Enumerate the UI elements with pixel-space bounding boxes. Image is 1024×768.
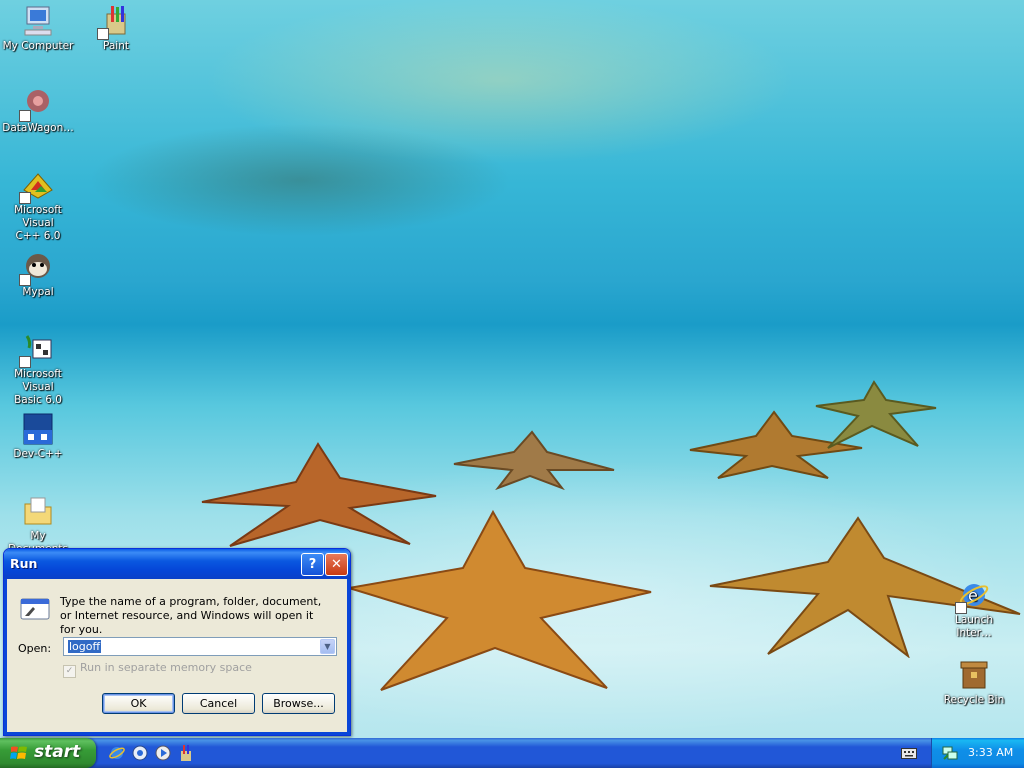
start-button[interactable]: start <box>0 738 96 768</box>
run-dialog-body: Type the name of a program, folder, docu… <box>4 579 350 735</box>
desktop-icon-label-line1: Launch <box>954 614 994 626</box>
desktop-icon-paint[interactable]: Paint <box>78 4 154 53</box>
starfish-image <box>815 380 937 449</box>
quicklaunch-media-player-icon[interactable] <box>154 744 172 762</box>
desktop-icon-label-line1: Microsoft Visual <box>14 368 62 393</box>
close-button[interactable]: ✕ <box>325 553 348 576</box>
ok-button[interactable]: OK <box>102 693 175 714</box>
keyboard-language-icon[interactable] <box>901 748 917 759</box>
shortcut-arrow-icon <box>955 602 967 614</box>
quicklaunch-browser-icon[interactable] <box>131 744 149 762</box>
run-dialog: Run ? ✕ Type the name of a program, fold… <box>3 548 351 736</box>
desktop-icon-mypal[interactable]: Mypal <box>0 250 76 299</box>
shortcut-arrow-icon <box>19 192 31 204</box>
desktop-icon-label: Recycle Bin <box>943 694 1005 706</box>
windows-logo-icon <box>10 746 27 759</box>
folder-icon <box>24 497 52 525</box>
desktop-icon-devcpp[interactable]: Dev-C++ <box>0 412 76 461</box>
separate-memory-checkbox-row: ✓ Run in separate memory space <box>63 661 252 678</box>
run-dialog-titlebar[interactable]: Run ? ✕ <box>4 549 350 579</box>
starfish-image <box>453 430 615 490</box>
desktop-icon-label-line2: C++ 6.0 <box>15 230 61 242</box>
close-icon: ✕ <box>331 557 342 572</box>
desktop-icon-label: My Computer <box>2 40 74 52</box>
desktop-icon-label: DataWagon… <box>2 122 74 134</box>
open-combobox[interactable]: logoff ▼ <box>63 637 337 656</box>
computer-icon <box>24 6 52 36</box>
browse-button[interactable]: Browse... <box>262 693 335 714</box>
quicklaunch-ie-icon[interactable] <box>108 744 126 762</box>
open-input-value[interactable]: logoff <box>68 640 102 653</box>
quicklaunch-paint-icon[interactable] <box>177 744 195 762</box>
open-label: Open: <box>18 642 52 655</box>
taskbar: start 3:33 AM <box>0 738 1024 768</box>
dropdown-button[interactable]: ▼ <box>320 639 335 654</box>
clock[interactable]: 3:33 AM <box>968 746 1013 759</box>
network-icon[interactable] <box>942 745 958 761</box>
desktop-icon-my-documents[interactable]: My Documents <box>0 494 76 556</box>
run-dialog-description: Type the name of a program, folder, docu… <box>60 595 322 636</box>
desktop-icon-label: Paint <box>103 40 129 52</box>
system-tray: 3:33 AM <box>931 738 1024 768</box>
shortcut-arrow-icon <box>19 356 31 368</box>
shortcut-arrow-icon <box>19 110 31 122</box>
devcpp-icon <box>23 413 53 445</box>
shortcut-arrow-icon <box>97 28 109 40</box>
separate-memory-label: Run in separate memory space <box>80 661 252 674</box>
run-icon <box>20 598 50 620</box>
separate-memory-checkbox: ✓ <box>63 665 76 678</box>
desktop-icon-msvc[interactable]: Microsoft Visual C++ 6.0 <box>0 168 76 243</box>
desktop-icon-datawagon[interactable]: DataWagon… <box>0 86 76 135</box>
desktop-icon-recycle-bin[interactable]: Recycle Bin <box>936 658 1012 707</box>
help-icon: ? <box>308 557 317 572</box>
chevron-down-icon: ▼ <box>324 642 331 651</box>
desktop-icon-launch-internet[interactable]: e Launch Inter… <box>936 578 1012 640</box>
desktop-icon-label-line2: Basic 6.0 <box>14 394 62 406</box>
desktop-icon-label-line1: Microsoft Visual <box>14 204 62 229</box>
cancel-button[interactable]: Cancel <box>182 693 255 714</box>
desktop-icon-label: Dev-C++ <box>13 448 63 460</box>
starfish-image <box>348 509 652 691</box>
desktop-icon-label-line2: Inter… <box>956 627 992 639</box>
desktop-icon-msvb[interactable]: Microsoft Visual Basic 6.0 <box>0 332 76 407</box>
help-button[interactable]: ? <box>301 553 324 576</box>
recycle-bin-icon <box>960 661 988 689</box>
desktop-icon-my-computer[interactable]: My Computer <box>0 4 76 53</box>
desktop-icon-label: Mypal <box>22 286 54 298</box>
shortcut-arrow-icon <box>19 274 31 286</box>
start-label: start <box>34 742 81 762</box>
run-dialog-title: Run <box>10 556 38 571</box>
